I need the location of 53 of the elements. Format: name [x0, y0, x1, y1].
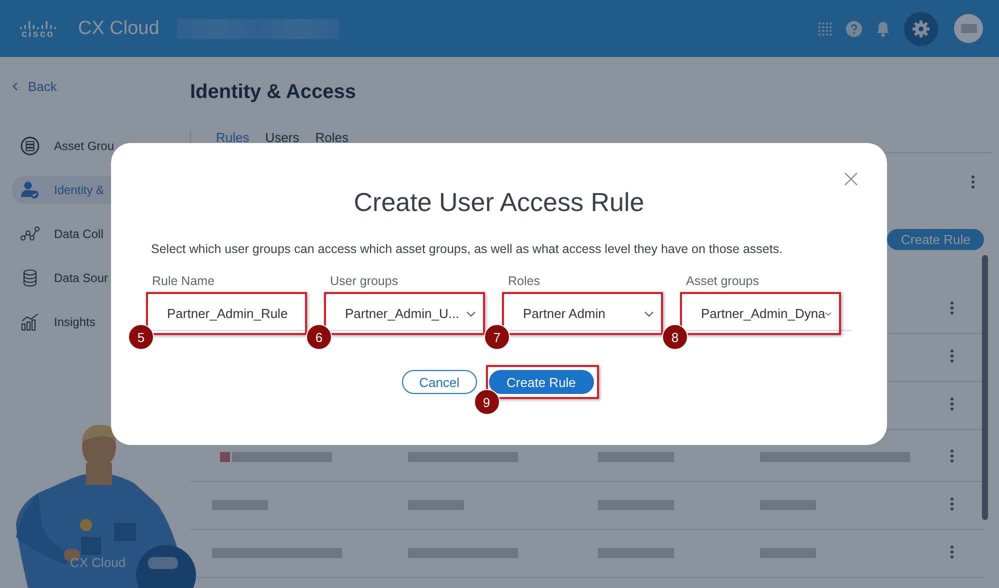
more-options-icon[interactable] [950, 449, 954, 463]
tab[interactable]: Rules [216, 130, 250, 145]
step-badge: 5 [128, 324, 154, 350]
dropdown[interactable]: Partner_Admin_Dyna [683, 295, 838, 332]
more-options-icon[interactable] [950, 349, 954, 363]
blurred-text [760, 500, 816, 510]
text-field[interactable]: Partner_Admin_Rule [149, 295, 304, 332]
notification-bell-icon[interactable] [876, 20, 890, 36]
close-icon[interactable] [844, 172, 858, 186]
back-link[interactable]: Back [12, 79, 190, 94]
user-icon [20, 180, 40, 200]
tab[interactable]: Roles [315, 130, 348, 145]
field-label: Asset groups [685, 274, 760, 288]
status-marker [220, 452, 230, 462]
help-icon[interactable] [846, 20, 862, 36]
more-options-icon[interactable] [971, 175, 975, 189]
bar-chart-icon [20, 312, 40, 332]
more-options-icon[interactable] [950, 497, 954, 511]
sidebar-item[interactable]: Asset Grou [12, 132, 190, 160]
blurred-text [760, 548, 816, 558]
tab[interactable]: Users [265, 130, 300, 145]
user-avatar[interactable] [954, 14, 983, 43]
field-label: Roles [507, 274, 541, 288]
field-label: User groups [329, 274, 400, 288]
chevron-down-icon [825, 310, 832, 316]
step-badge: 8 [662, 324, 688, 350]
more-options-icon[interactable] [950, 301, 954, 315]
blurred-text [212, 500, 268, 510]
dialog-title: Create User Access Rule [354, 187, 644, 218]
step-badge: 9 [474, 389, 500, 415]
more-options-icon[interactable] [950, 545, 954, 559]
stack-icon [20, 136, 40, 156]
blurred-text [408, 500, 464, 510]
dropdown[interactable]: Partner_Admin_U... [327, 295, 482, 332]
suit-caption: CX Cloud [70, 555, 126, 570]
gear-icon [912, 20, 930, 38]
step-badge: 7 [484, 324, 510, 350]
chevron-left-icon [12, 82, 18, 91]
cancel-button[interactable]: Cancel [402, 370, 477, 394]
settings-button[interactable] [904, 12, 938, 46]
product-name: CX Cloud [78, 18, 160, 40]
create-rule-button[interactable]: Create Rule [488, 370, 594, 394]
more-options-icon[interactable] [950, 397, 954, 411]
dropdown[interactable]: Partner Admin [505, 295, 660, 332]
cisco-logo: cisco [16, 18, 60, 40]
field-label: Rule Name [151, 274, 216, 288]
chevron-down-icon [466, 310, 476, 316]
page-title: Identity & Access [190, 81, 357, 104]
chevron-down-icon [644, 310, 654, 316]
step-badge: 6 [306, 324, 332, 350]
dialog-description: Select which user groups can access which asset groups, as well as what access level they have on those assets. [151, 242, 783, 256]
scrollbar[interactable] [982, 255, 988, 520]
create-rule-button[interactable]: Create Rule [887, 229, 984, 250]
